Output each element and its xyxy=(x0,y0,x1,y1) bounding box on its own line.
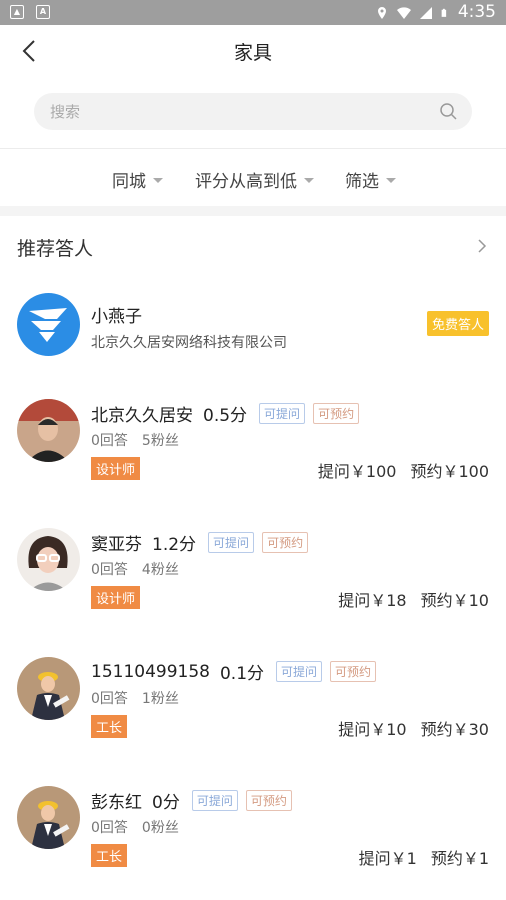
expert-score: 0.5分 xyxy=(203,406,248,426)
signal-icon xyxy=(419,6,432,19)
battery-icon xyxy=(441,8,446,17)
featured-expert[interactable]: 小燕子 北京久久居安网络科技有限公司 免费答人 xyxy=(0,290,506,366)
role-badge: 设计师 xyxy=(91,586,141,609)
avatar xyxy=(17,786,80,849)
featured-company: 北京久久居安网络科技有限公司 xyxy=(91,335,287,351)
role-badge: 设计师 xyxy=(91,457,141,480)
filter-same-city[interactable]: 同城 xyxy=(112,167,163,192)
filter-label: 评分从高到低 xyxy=(195,172,297,192)
section-divider xyxy=(0,206,506,216)
expert-row[interactable]: 彭东红 0分 可提问 可预约 0回答 0粉丝 工长 提问￥1 预约￥1 xyxy=(0,786,506,886)
recommended-header[interactable]: 推荐答人 xyxy=(0,216,506,276)
free-answerer-badge: 免费答人 xyxy=(426,311,489,336)
expert-name-line: 北京久久居安 0.5分 可提问 可预约 xyxy=(91,401,360,426)
can-ask-tag: 可提问 xyxy=(208,532,255,553)
caret-down-icon xyxy=(153,178,163,183)
chevron-right-icon xyxy=(478,239,487,253)
avatar xyxy=(17,657,80,720)
image-notification-icon: ▲ xyxy=(10,5,24,19)
expert-stats: 0回答 1粉丝 xyxy=(91,688,179,708)
answer-count: 0回答 xyxy=(91,562,128,578)
can-book-tag: 可预约 xyxy=(313,403,360,424)
expert-name: 北京久久居安 xyxy=(91,406,193,426)
company-logo-icon xyxy=(17,293,80,356)
expert-name: 窦亚芬 xyxy=(91,535,142,555)
filter-bar: 同城 评分从高到低 筛选 xyxy=(0,148,506,207)
filter-sort-rating[interactable]: 评分从高到低 xyxy=(195,167,314,192)
can-book-tag: 可预约 xyxy=(330,661,377,682)
search-bar xyxy=(34,93,472,130)
can-book-tag: 可预约 xyxy=(245,790,292,811)
status-time: 4:35 xyxy=(457,2,496,22)
expert-stats: 0回答 5粉丝 xyxy=(91,430,179,450)
location-icon xyxy=(377,6,386,19)
role-badge: 工长 xyxy=(91,844,128,867)
expert-score: 0.1分 xyxy=(219,664,265,684)
ask-price: 提问￥100 xyxy=(317,462,397,481)
expert-row[interactable]: 北京久久居安 0.5分 可提问 可预约 0回答 5粉丝 设计师 提问￥100 预约￥… xyxy=(0,399,506,499)
caret-down-icon xyxy=(304,178,314,183)
expert-prices: 提问￥100 预约￥100 xyxy=(318,458,489,482)
expert-name: 彭东红 xyxy=(91,793,142,813)
fan-count: 4粉丝 xyxy=(141,562,179,578)
fan-count: 0粉丝 xyxy=(141,820,179,836)
expert-row[interactable]: 15110499158 0.1分 可提问 可预约 0回答 1粉丝 工长 提问￥10… xyxy=(0,657,506,757)
expert-prices: 提问￥10 预约￥30 xyxy=(338,716,489,740)
book-price: 预约￥30 xyxy=(420,720,489,739)
ask-price: 提问￥1 xyxy=(358,849,417,868)
book-price: 预约￥10 xyxy=(420,591,489,610)
ask-price: 提问￥10 xyxy=(338,720,407,739)
nav-bar: 家具 xyxy=(0,25,506,77)
section-title: 推荐答人 xyxy=(17,238,94,260)
expert-stats: 0回答 4粉丝 xyxy=(91,559,179,579)
wifi-icon xyxy=(396,6,411,19)
page-title: 家具 xyxy=(233,42,272,64)
avatar xyxy=(17,528,80,591)
expert-name-line: 彭东红 0分 可提问 可预约 xyxy=(91,788,292,813)
expert-stats: 0回答 0粉丝 xyxy=(91,817,179,837)
expert-prices: 提问￥18 预约￥10 xyxy=(338,587,489,611)
filter-screen[interactable]: 筛选 xyxy=(345,167,396,192)
can-ask-tag: 可提问 xyxy=(191,790,238,811)
can-ask-tag: 可提问 xyxy=(276,661,323,682)
book-price: 预约￥100 xyxy=(410,462,489,481)
expert-score: 1.2分 xyxy=(152,535,197,555)
expert-prices: 提问￥1 预约￥1 xyxy=(359,845,489,869)
answer-count: 0回答 xyxy=(91,820,128,836)
answer-count: 0回答 xyxy=(91,433,128,449)
ask-price: 提问￥18 xyxy=(338,591,407,610)
book-price: 预约￥1 xyxy=(430,849,489,868)
featured-name: 小燕子 xyxy=(91,307,142,327)
app-notification-icon: A xyxy=(36,5,50,19)
role-badge: 工长 xyxy=(91,715,128,738)
avatar xyxy=(17,399,80,462)
filter-label: 同城 xyxy=(112,172,146,192)
expert-name-line: 窦亚芬 1.2分 可提问 可预约 xyxy=(91,530,309,555)
caret-down-icon xyxy=(386,178,396,183)
expert-name-line: 15110499158 0.1分 可提问 可预约 xyxy=(91,659,377,684)
expert-score: 0分 xyxy=(152,793,180,813)
can-book-tag: 可预约 xyxy=(262,532,309,553)
can-ask-tag: 可提问 xyxy=(259,403,306,424)
status-bar: ▲ A 4:35 xyxy=(0,0,506,25)
answer-count: 0回答 xyxy=(91,691,128,707)
fan-count: 5粉丝 xyxy=(141,433,179,449)
expert-name: 15110499158 xyxy=(91,661,210,682)
filter-label: 筛选 xyxy=(345,172,379,192)
fan-count: 1粉丝 xyxy=(141,691,179,707)
search-icon[interactable] xyxy=(439,102,458,121)
search-input[interactable] xyxy=(50,93,430,130)
expert-row[interactable]: 窦亚芬 1.2分 可提问 可预约 0回答 4粉丝 设计师 提问￥18 预约￥10 xyxy=(0,528,506,628)
